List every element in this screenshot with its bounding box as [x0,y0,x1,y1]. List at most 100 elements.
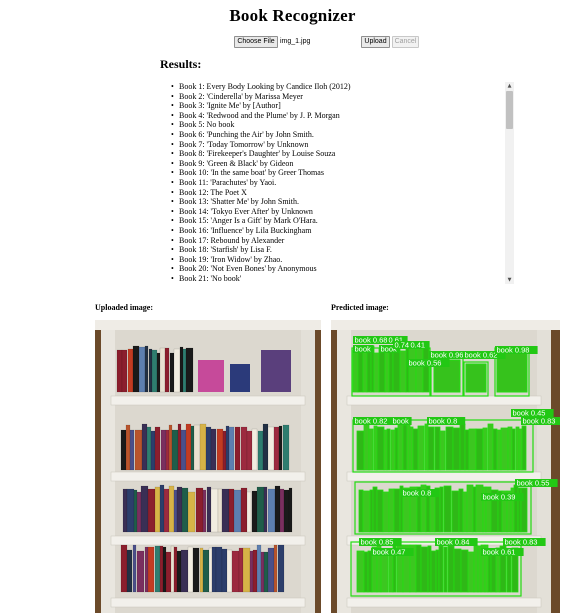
detection-label: book 0.61 [483,548,516,557]
book-spine [267,488,276,533]
book-spine [367,550,373,593]
upload-button[interactable]: Upload [361,36,390,48]
book-spine [190,425,195,471]
choose-file-button[interactable]: Choose File [234,36,278,48]
book-spine [125,424,131,471]
book-spine [217,488,223,533]
book-spine [464,429,470,471]
book-spine [181,487,189,533]
results-panel[interactable]: Book 1: Every Body Looking by Candice Il… [162,78,514,284]
book-spine [173,348,181,393]
scroll-thumb[interactable] [506,91,513,129]
book-spine [120,429,127,471]
book-spine [163,488,170,533]
book-spine [427,426,435,471]
book-spine [199,547,204,593]
book-spine [434,426,441,471]
book-spine [221,488,230,533]
result-item: Book 13: 'Shatter Me' by John Smith. [171,197,501,207]
book-spine [176,550,182,593]
scroll-down-arrow-icon[interactable]: ▼ [505,276,514,284]
detection-label: book 0.8 [429,417,458,426]
book-spine [129,429,135,471]
book-spine [168,485,175,533]
book-spine [274,485,281,533]
book-spine [415,544,422,593]
shelf-board [346,395,542,406]
book-spine [162,546,167,593]
book-spine [397,423,404,471]
book-spine [141,423,148,471]
result-item: Book 18: 'Starfish' by Lisa F. [171,245,501,255]
book-spine [277,544,285,593]
results-scrollbar[interactable]: ▲ ▼ [505,82,514,284]
book-spine [427,545,432,593]
page-title: Book Recognizer [229,6,356,25]
book-spine [368,428,374,471]
book-spine [187,491,196,533]
shelf-board [110,597,306,608]
result-item: Book 20: 'Not Even Bones' by Anonymous [171,264,501,274]
book-spine [373,425,378,471]
book-spine [222,430,227,471]
book-spine [383,429,388,471]
scroll-up-arrow-icon[interactable]: ▲ [505,82,514,90]
book-spine [164,347,170,393]
book-spine [170,545,175,593]
book-spine [384,349,390,393]
book-spine [409,426,414,471]
book-spine [282,424,290,471]
book-spine [460,549,469,593]
result-item: Book 7: 'Today Tomorrow' by Unknown [171,140,501,150]
book-spine [156,352,161,393]
book-spine [251,490,258,533]
results-heading: Results: [160,57,202,71]
book-spine [215,546,223,593]
result-item: Book 8: 'Firekeeper's Daughter' by Louis… [171,149,501,159]
book-spine [439,430,446,471]
book-spine [273,426,280,471]
book-spine [238,547,244,593]
result-item: Book 10: 'In the same boat' by Greer Tho… [171,168,501,178]
book-spine [412,428,419,471]
result-item: Book 19: 'Iron Widow' by Zhao. [171,255,501,265]
result-item: Book 11: 'Parachutes' by Yaoi. [171,178,501,188]
cabinet-top [95,320,321,330]
book-spine [467,551,475,593]
shelf-board [110,471,306,482]
book-spine [168,424,173,471]
book-spine [438,545,444,593]
book-spine [234,426,241,471]
book-spine [466,484,474,533]
book-spine [195,487,204,533]
book-spine [251,428,258,471]
book-spine [205,426,212,471]
book-spine [386,428,391,471]
book-spine [257,430,264,471]
book-spine [500,427,509,471]
book-spine [439,486,444,533]
book-spine [144,546,149,593]
book-spine [352,349,359,393]
result-item: Book 4: 'Redwood and the Plume' by J. P.… [171,111,501,121]
result-item: Book 21: 'No book' [171,274,501,284]
book-spine [228,488,235,533]
book-spine [148,348,153,393]
result-item: Book 22: 'The Way I Used to Be' by Bob H… [171,283,501,284]
book-spine [179,346,184,393]
book-spine [263,486,268,533]
book-spine [408,347,417,393]
result-item: Book 6: 'Punching the Air' by John Smith… [171,130,501,140]
cabinet-right-side [537,320,551,613]
book-spine [521,425,527,471]
book-cover [230,364,250,392]
detection-label: book [393,417,410,426]
book-spine [393,488,401,533]
book-spine [378,347,386,393]
cancel-button[interactable]: Cancel [392,36,419,48]
book-spine [165,551,172,593]
book-cover [198,360,224,392]
book-spine [263,551,269,593]
book-spine [159,484,165,533]
book-spine [159,347,166,393]
